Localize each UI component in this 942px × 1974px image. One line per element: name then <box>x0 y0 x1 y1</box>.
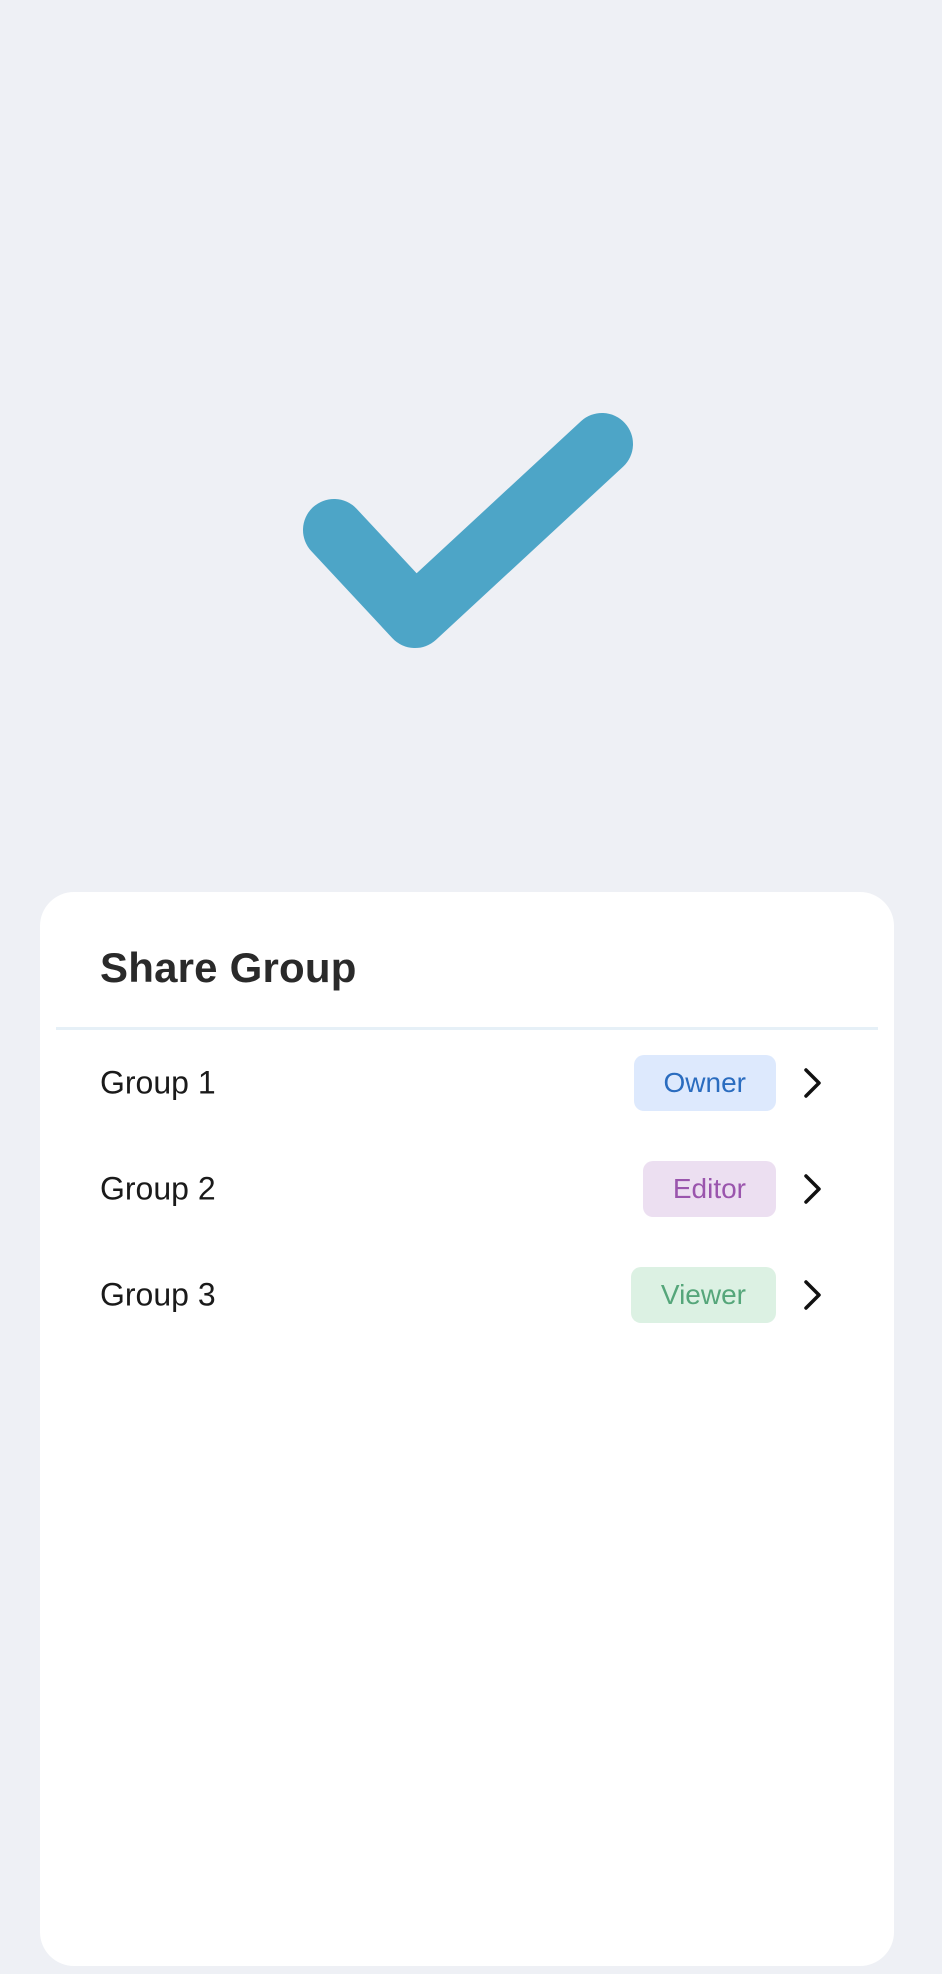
hero-area <box>0 0 942 890</box>
group-list: Group 1 Owner Group 2 Editor Group 3 Vie… <box>40 1030 894 1348</box>
chevron-right-icon[interactable] <box>802 1172 824 1206</box>
role-badge-owner: Owner <box>633 1055 776 1111</box>
group-row-2[interactable]: Group 2 Editor <box>40 1136 894 1242</box>
group-name: Group 3 <box>100 1276 216 1313</box>
group-name: Group 1 <box>100 1064 216 1101</box>
role-badge-editor: Editor <box>642 1161 776 1217</box>
share-group-sheet: Share Group Group 1 Owner Group 2 Editor… <box>40 892 894 1966</box>
chevron-right-icon[interactable] <box>802 1066 824 1100</box>
group-row-1[interactable]: Group 1 Owner <box>40 1030 894 1136</box>
group-row-3[interactable]: Group 3 Viewer <box>40 1242 894 1348</box>
checkmark-icon <box>303 413 633 648</box>
role-badge-viewer: Viewer <box>630 1267 776 1323</box>
chevron-right-icon[interactable] <box>802 1278 824 1312</box>
sheet-title: Share Group <box>100 944 357 991</box>
group-name: Group 2 <box>100 1170 216 1207</box>
